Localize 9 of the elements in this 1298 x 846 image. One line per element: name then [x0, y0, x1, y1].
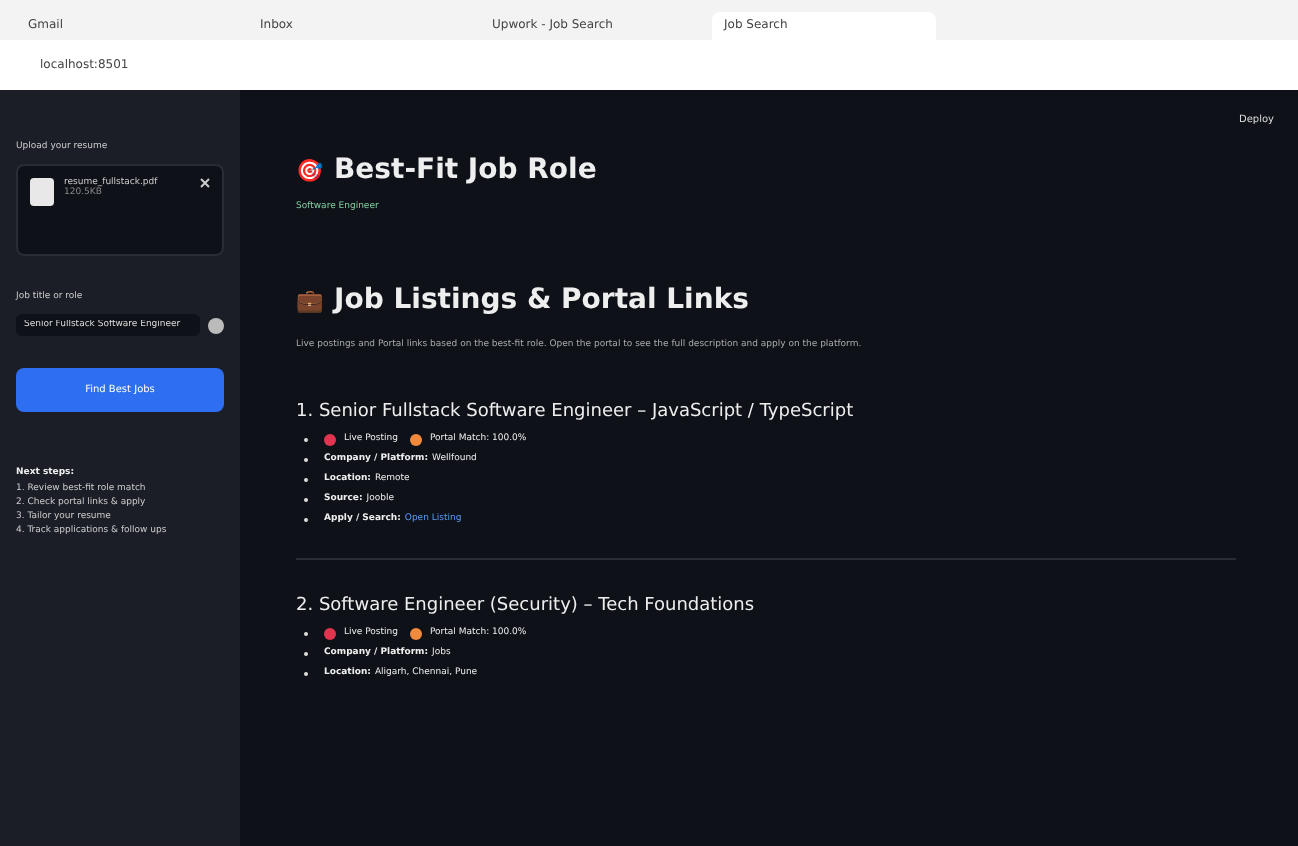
- job-title: 2. Software Engineer (Security) – Tech Foundations: [296, 596, 755, 616]
- section-title: Best-Fit Job Role: [334, 154, 597, 186]
- job-title: 1. Senior Fullstack Software Engineer – JavaScript / TypeScript: [296, 402, 854, 422]
- target-icon: 🎯: [296, 157, 324, 183]
- close-icon[interactable]: [200, 178, 210, 188]
- file-icon: [30, 178, 54, 206]
- section-title: Job Listings & Portal Links: [334, 284, 749, 316]
- briefcase-icon: 💼: [296, 287, 324, 313]
- clear-icon[interactable]: [208, 317, 224, 333]
